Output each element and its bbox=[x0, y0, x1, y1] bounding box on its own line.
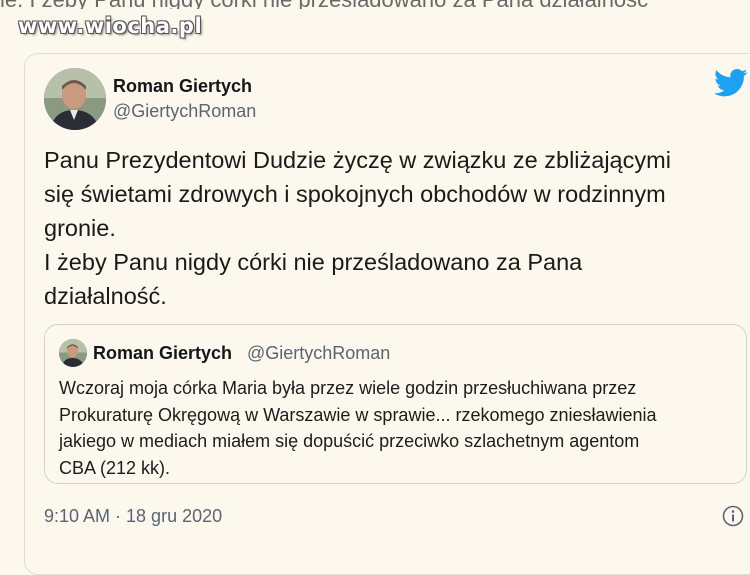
tweet-text-line: działalność. bbox=[44, 283, 167, 309]
quoted-text-line: Wczoraj moja córka Maria była przez wiel… bbox=[59, 378, 637, 398]
author-handle[interactable]: @GiertychRoman bbox=[113, 101, 256, 122]
quoted-text-line: Prokuraturę Okręgową w Warszawie w spraw… bbox=[59, 404, 657, 425]
twitter-bird-icon[interactable] bbox=[714, 68, 748, 98]
tweet-text-line: I żeby Panu nigdy córki nie prześladowan… bbox=[44, 249, 583, 275]
quoted-tweet[interactable]: Roman Giertych @GiertychRoman Wczoraj mo… bbox=[44, 324, 747, 484]
quoted-author-avatar[interactable] bbox=[59, 339, 87, 367]
quoted-text-line: jakiego w mediach miałem się dopuścić pr… bbox=[59, 431, 640, 451]
tweet-text-line: się świetami zdrowych i spokojnych obcho… bbox=[44, 181, 666, 207]
tweet-text-line: gronie. bbox=[44, 215, 116, 241]
author-name[interactable]: Roman Giertych bbox=[113, 76, 252, 97]
tweet-text: Panu Prezydentowi Dudzie życzę w związku… bbox=[44, 143, 744, 313]
quoted-author-handle[interactable]: @GiertychRoman bbox=[247, 343, 390, 364]
tweet-card bbox=[24, 53, 750, 575]
quoted-tweet-text: Wczoraj moja córka Maria była przez wiel… bbox=[59, 375, 739, 481]
info-icon[interactable] bbox=[722, 505, 744, 527]
quoted-author-name[interactable]: Roman Giertych bbox=[93, 343, 232, 364]
watermark-logo: www.wiocha.pl bbox=[18, 14, 203, 38]
previous-text-cut: ie. I żeby Panu nigdy córki nie prześlad… bbox=[0, 0, 750, 9]
author-avatar[interactable] bbox=[44, 68, 106, 130]
tweet-text-line: Panu Prezydentowi Dudzie życzę w związku… bbox=[44, 147, 671, 173]
tweet-timestamp[interactable]: 9:10 AM · 18 gru 2020 bbox=[44, 506, 222, 527]
quoted-text-line: CBA (212 kk). bbox=[59, 457, 171, 478]
